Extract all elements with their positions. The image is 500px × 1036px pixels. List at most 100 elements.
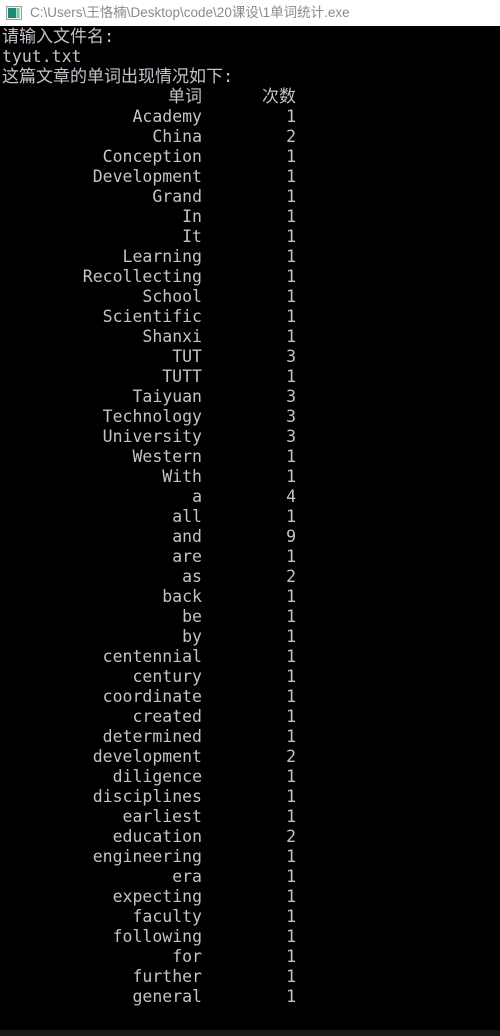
cell-count: 1 bbox=[286, 227, 296, 246]
table-row: It 1 bbox=[0, 227, 500, 247]
cell-word: era bbox=[172, 867, 202, 886]
cell-word: a bbox=[192, 487, 202, 506]
table-row: Western 1 bbox=[0, 447, 500, 467]
table-row: disciplines 1 bbox=[0, 787, 500, 807]
table-row: further 1 bbox=[0, 967, 500, 987]
cell-word: be bbox=[182, 607, 202, 626]
cell-word: determined bbox=[102, 727, 202, 746]
cell-word: further bbox=[132, 967, 202, 986]
table-row: century 1 bbox=[0, 667, 500, 687]
cell-count: 1 bbox=[286, 667, 296, 686]
cell-count: 1 bbox=[286, 927, 296, 946]
cell-word: Scientific bbox=[102, 307, 202, 326]
table-row: faculty 1 bbox=[0, 907, 500, 927]
cell-word: Recollecting bbox=[82, 267, 202, 286]
table-row: Grand 1 bbox=[0, 187, 500, 207]
console-output-area[interactable]: 请输入文件名: tyut.txt 这篇文章的单词出现情况如下: 单词 次数 Ac… bbox=[0, 26, 500, 1036]
cell-word: Western bbox=[132, 447, 202, 466]
cell-count: 1 bbox=[286, 967, 296, 986]
console-window: C:\Users\王恪楠\Desktop\code\20课设\1单词统计.exe… bbox=[0, 0, 500, 1036]
table-row: and 9 bbox=[0, 527, 500, 547]
cell-count: 2 bbox=[286, 127, 296, 146]
table-row: a4 bbox=[0, 487, 500, 507]
table-row: TUTT 1 bbox=[0, 367, 500, 387]
cell-word: as bbox=[182, 567, 202, 586]
cell-word: It bbox=[182, 227, 202, 246]
table-row: Learning 1 bbox=[0, 247, 500, 267]
cell-count: 1 bbox=[286, 167, 296, 186]
table-row: coordinate 1 bbox=[0, 687, 500, 707]
table-row: Technology 3 bbox=[0, 407, 500, 427]
cell-word: Learning bbox=[122, 247, 202, 266]
table-row: Recollecting 1 bbox=[0, 267, 500, 287]
table-row: diligence 1 bbox=[0, 767, 500, 787]
cell-word: faculty bbox=[132, 907, 202, 926]
table-row: development 2 bbox=[0, 747, 500, 767]
table-row: expecting 1 bbox=[0, 887, 500, 907]
cell-count: 3 bbox=[286, 407, 296, 426]
cell-word: development bbox=[92, 747, 202, 766]
title-bar[interactable]: C:\Users\王恪楠\Desktop\code\20课设\1单词统计.exe bbox=[0, 0, 500, 26]
table-row: be 1 bbox=[0, 607, 500, 627]
column-header-word: 单词 bbox=[168, 87, 202, 107]
cell-word: In bbox=[182, 207, 202, 226]
cell-count: 1 bbox=[286, 287, 296, 306]
table-row: With 1 bbox=[0, 467, 500, 487]
cell-word: by bbox=[182, 627, 202, 646]
cell-count: 1 bbox=[286, 787, 296, 806]
table-row: School 1 bbox=[0, 287, 500, 307]
column-header-count: 次数 bbox=[262, 87, 296, 107]
cell-word: Grand bbox=[152, 187, 202, 206]
filename-input-value: tyut.txt bbox=[2, 47, 82, 66]
cell-word: China bbox=[152, 127, 202, 146]
table-row: China 2 bbox=[0, 127, 500, 147]
cell-word: for bbox=[172, 947, 202, 966]
cell-count: 1 bbox=[286, 867, 296, 886]
cell-count: 1 bbox=[286, 587, 296, 606]
cell-count: 1 bbox=[286, 467, 296, 486]
cell-count: 1 bbox=[286, 807, 296, 826]
cell-count: 1 bbox=[286, 107, 296, 126]
cell-count: 1 bbox=[286, 607, 296, 626]
cell-word: Academy bbox=[132, 107, 202, 126]
cell-word: following bbox=[112, 927, 202, 946]
table-row: University 3 bbox=[0, 427, 500, 447]
prompt-line: 请输入文件名: bbox=[2, 27, 115, 47]
cell-word: expecting bbox=[112, 887, 202, 906]
console-window-icon bbox=[6, 5, 22, 20]
table-row: general 1 bbox=[0, 987, 500, 1007]
table-row: Development 1 bbox=[0, 167, 500, 187]
table-row: back 1 bbox=[0, 587, 500, 607]
table-row: Shanxi 1 bbox=[0, 327, 500, 347]
cell-word: TUT bbox=[172, 347, 202, 366]
cell-count: 1 bbox=[286, 367, 296, 386]
cell-count: 1 bbox=[286, 647, 296, 666]
cell-count: 1 bbox=[286, 507, 296, 526]
table-row: engineering 1 bbox=[0, 847, 500, 867]
cell-count: 1 bbox=[286, 767, 296, 786]
table-row: following 1 bbox=[0, 927, 500, 947]
table-row: TUT 3 bbox=[0, 347, 500, 367]
cell-word: University bbox=[102, 427, 202, 446]
cell-count: 2 bbox=[286, 827, 296, 846]
table-row: by 1 bbox=[0, 627, 500, 647]
table-row: In 1 bbox=[0, 207, 500, 227]
cell-count: 2 bbox=[286, 747, 296, 766]
table-row: education 2 bbox=[0, 827, 500, 847]
cell-word: Conception bbox=[102, 147, 202, 166]
table-row: determined 1 bbox=[0, 727, 500, 747]
cell-count: 1 bbox=[286, 727, 296, 746]
cell-count: 1 bbox=[286, 207, 296, 226]
cell-count: 1 bbox=[286, 707, 296, 726]
cell-word: Technology bbox=[102, 407, 202, 426]
word-count-table: Academy 1 China 2 Conception 1 Development 1 Gra… bbox=[0, 107, 500, 1007]
table-row: earliest 1 bbox=[0, 807, 500, 827]
table-header-row: 单词 次数 bbox=[0, 87, 500, 107]
cell-count: 1 bbox=[286, 327, 296, 346]
cell-count: 4 bbox=[286, 487, 296, 506]
cell-word: back bbox=[162, 587, 202, 606]
cell-count: 3 bbox=[286, 347, 296, 366]
table-row: created 1 bbox=[0, 707, 500, 727]
cell-word: education bbox=[112, 827, 202, 846]
cell-word: earliest bbox=[122, 807, 202, 826]
